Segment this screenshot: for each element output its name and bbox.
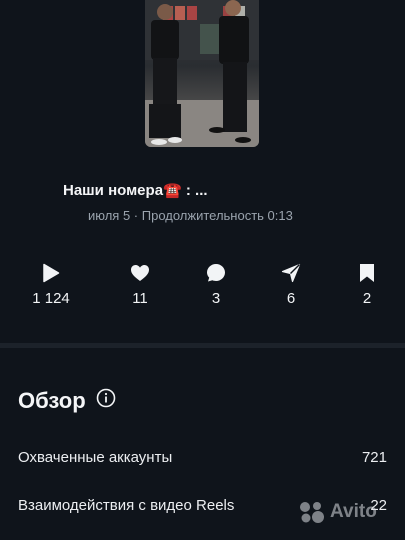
watermark-text: Avito — [330, 501, 377, 522]
comments-count: 3 — [211, 290, 221, 307]
stats-bar: 1 124 11 3 6 2 — [0, 262, 405, 312]
post-caption[interactable]: Наши номера☎️ : ... — [63, 181, 208, 199]
row-value: 721 — [361, 449, 387, 466]
likes-count: 11 — [132, 290, 148, 307]
stat-comments[interactable]: 3 — [186, 262, 246, 307]
reel-thumbnail[interactable] — [145, 0, 259, 147]
bookmark-icon — [337, 262, 397, 284]
plays-count: 1 124 — [32, 290, 70, 307]
play-icon — [21, 262, 81, 284]
section-divider — [0, 343, 405, 348]
stat-plays[interactable]: 1 124 — [21, 262, 81, 307]
saves-count: 2 — [362, 290, 372, 307]
stat-shares[interactable]: 6 — [261, 262, 321, 307]
row-label: Взаимодействия с видео Reels — [18, 497, 235, 514]
stat-likes[interactable]: 11 — [110, 262, 170, 307]
overview-header: Обзор — [18, 388, 116, 414]
send-icon — [261, 262, 321, 284]
info-icon[interactable] — [96, 388, 116, 414]
overview-row-reach[interactable]: Охваченные аккаунты 721 — [18, 449, 387, 466]
comment-icon — [186, 262, 246, 284]
shares-count: 6 — [286, 290, 296, 307]
avito-watermark: Avito — [298, 500, 377, 524]
post-meta: июля 5 · Продолжительность 0:13 — [88, 208, 293, 223]
stat-saves[interactable]: 2 — [337, 262, 397, 307]
heart-icon — [110, 262, 170, 284]
overview-title: Обзор — [18, 388, 86, 413]
row-label: Охваченные аккаунты — [18, 449, 173, 466]
avito-logo-icon — [300, 502, 324, 523]
